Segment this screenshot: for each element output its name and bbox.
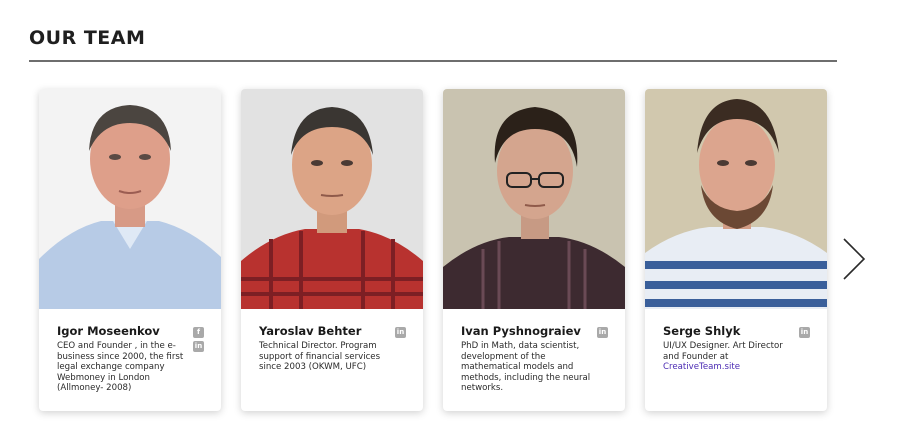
section-divider: [29, 60, 837, 62]
linkedin-icon[interactable]: in: [395, 327, 406, 338]
linkedin-icon[interactable]: in: [597, 327, 608, 338]
facebook-icon[interactable]: f: [193, 327, 204, 338]
team-card-yaroslav: Yaroslav Behter Technical Director. Prog…: [241, 89, 423, 411]
member-photo: [645, 89, 827, 309]
member-photo: [443, 89, 625, 309]
member-photo: [39, 89, 221, 309]
member-description-text: UI/UX Designer. Art Director and Founder…: [663, 341, 783, 362]
member-name: Yaroslav Behter: [259, 324, 362, 338]
member-name: Serge Shlyk: [663, 324, 741, 338]
member-description: UI/UX Designer. Art Director and Founder…: [663, 341, 793, 373]
linkedin-icon[interactable]: in: [193, 341, 204, 352]
member-name: Ivan Pyshnograiev: [461, 324, 581, 338]
team-card-serge: Serge Shlyk UI/UX Designer. Art Director…: [645, 89, 827, 411]
chevron-right-icon[interactable]: [838, 236, 868, 282]
linkedin-icon[interactable]: in: [799, 327, 810, 338]
creativeteam-link[interactable]: CreativeTeam.site: [663, 362, 740, 372]
team-card-igor: Igor Moseenkov CEO and Founder , in the …: [39, 89, 221, 411]
member-photo: [241, 89, 423, 309]
member-description: PhD in Math, data scientist, development…: [461, 341, 591, 394]
member-name: Igor Moseenkov: [57, 324, 160, 338]
member-description: Technical Director. Program support of f…: [259, 341, 381, 373]
team-card-ivan: Ivan Pyshnograiev PhD in Math, data scie…: [443, 89, 625, 411]
member-description: CEO and Founder , in the e-business sinc…: [57, 341, 184, 394]
section-title: OUR TEAM: [29, 27, 146, 49]
